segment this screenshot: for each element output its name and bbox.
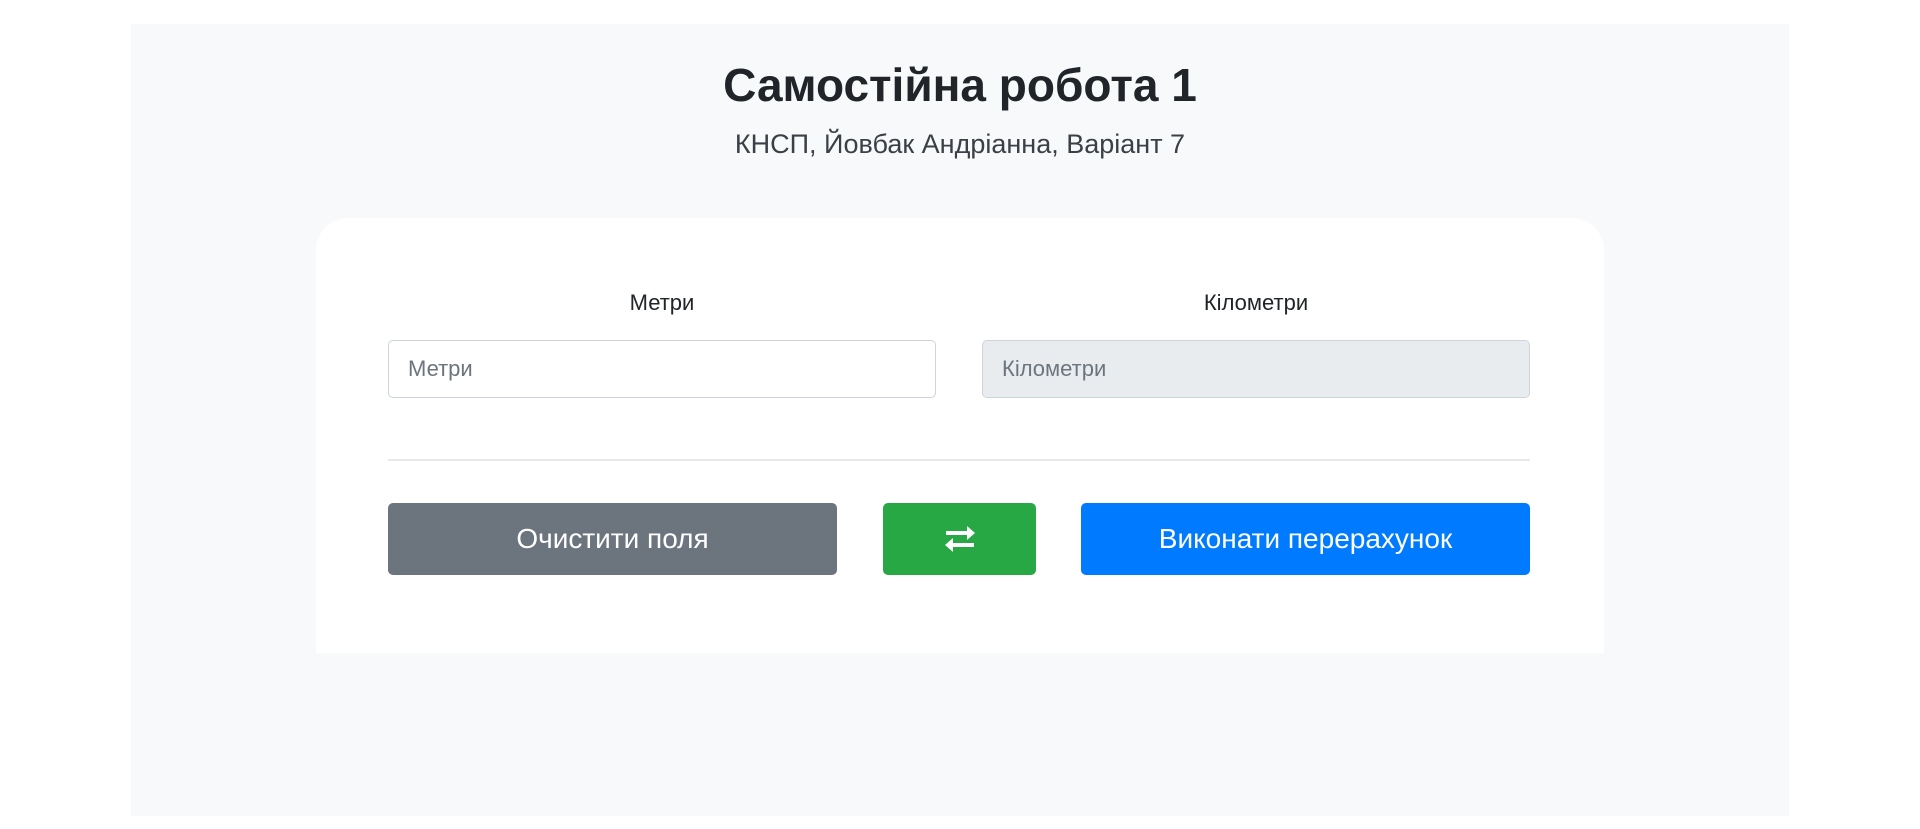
form-divider [388, 459, 1530, 461]
page-title: Самостійна робота 1 [723, 59, 1197, 111]
swap-arrows-icon [943, 524, 977, 554]
kilometers-input[interactable] [982, 340, 1530, 398]
meters-field-group: Метри [388, 290, 936, 398]
calculate-button[interactable]: Виконати перерахунок [1081, 503, 1530, 575]
kilometers-label: Кілометри [1203, 290, 1309, 315]
clear-fields-label: Очистити поля [516, 523, 709, 554]
page-subtitle: КНСП, Йовбак Андріанна, Варіант 7 [734, 129, 1186, 159]
calculate-label: Виконати перерахунок [1158, 523, 1453, 554]
swap-units-button[interactable] [883, 503, 1036, 575]
kilometers-field-group: Кілометри [982, 290, 1530, 398]
clear-fields-button[interactable]: Очистити поля [388, 503, 837, 575]
page-container: Самостійна робота 1 КНСП, Йовбак Андріан… [131, 24, 1789, 816]
meters-label: Метри [629, 290, 695, 315]
converter-card: Метри Кілометри Очистити поля [316, 218, 1604, 653]
meters-input[interactable] [388, 340, 936, 398]
